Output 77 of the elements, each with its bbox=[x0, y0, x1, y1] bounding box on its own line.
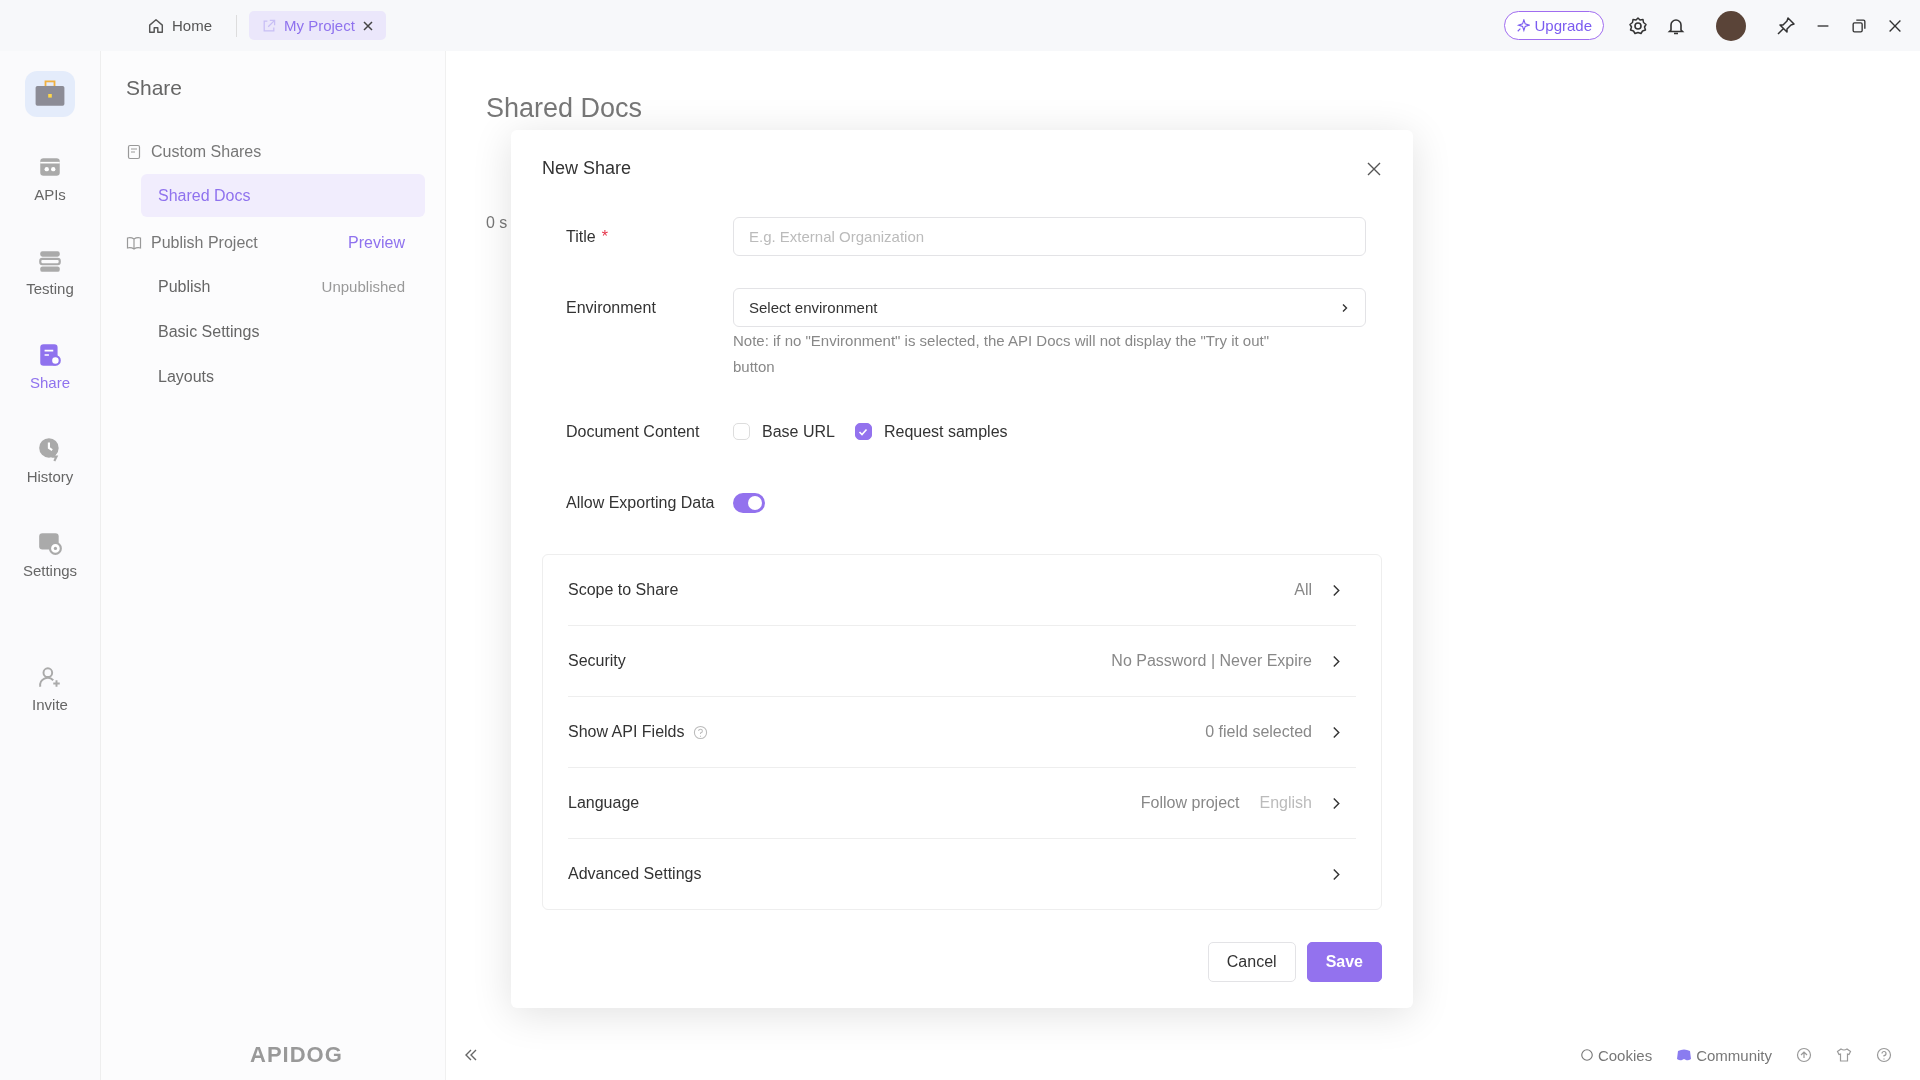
page-title: Shared Docs bbox=[486, 93, 644, 124]
footer-link[interactable]: Community bbox=[1676, 1046, 1772, 1064]
help-icon[interactable] bbox=[1876, 1047, 1892, 1063]
sidebar-item[interactable]: Shared Docs bbox=[141, 174, 425, 217]
save-button[interactable]: Save bbox=[1306, 942, 1382, 982]
close-icon[interactable] bbox=[361, 19, 374, 32]
sidebar-item[interactable]: Publish Unpublished bbox=[141, 265, 425, 308]
sparkle-icon bbox=[1516, 18, 1531, 33]
sidebar-title: Share bbox=[126, 76, 184, 100]
rail-item[interactable]: Testing bbox=[26, 248, 74, 297]
toggle-switch[interactable] bbox=[733, 493, 765, 513]
restore-icon[interactable] bbox=[1850, 16, 1868, 35]
field-label: Document Content bbox=[566, 422, 700, 441]
rail-item[interactable]: APIs bbox=[34, 154, 66, 203]
title-input[interactable]: E.g. External Organization bbox=[733, 217, 1366, 256]
section-label: Publish Project bbox=[151, 234, 259, 252]
count-text: 0 s bbox=[486, 214, 509, 232]
briefcase-icon[interactable] bbox=[25, 71, 75, 117]
checkbox[interactable] bbox=[854, 423, 872, 440]
avatar[interactable] bbox=[1716, 10, 1746, 41]
footer-link[interactable]: Cookies bbox=[1579, 1046, 1653, 1064]
pin-icon[interactable] bbox=[1776, 15, 1796, 36]
stack-icon bbox=[37, 248, 63, 274]
chevron-right-icon bbox=[1340, 302, 1350, 313]
setting-label: Show API Fields bbox=[568, 723, 685, 741]
checkbox-label: Base URL bbox=[762, 422, 835, 441]
field-label: Title bbox=[566, 227, 596, 246]
settings-row[interactable]: Scope to Share All bbox=[568, 555, 1356, 626]
setting-value: All bbox=[1294, 581, 1312, 599]
setting-label: Advanced Settings bbox=[568, 865, 702, 883]
setting-value: Follow project bbox=[1140, 794, 1240, 812]
chevron-right-icon bbox=[1332, 583, 1341, 597]
cancel-button[interactable]: Cancel bbox=[1207, 942, 1296, 982]
link-icon bbox=[261, 17, 277, 34]
rail-item[interactable]: Invite bbox=[32, 664, 68, 713]
share-doc-icon bbox=[37, 342, 63, 368]
project-tab[interactable]: Home bbox=[135, 10, 224, 41]
project-tab[interactable]: My Project bbox=[249, 11, 386, 40]
settings-icon bbox=[37, 530, 63, 556]
settings-row[interactable]: Language Follow project English bbox=[568, 768, 1356, 839]
rail-item[interactable]: Settings bbox=[22, 530, 78, 579]
setting-label: Security bbox=[568, 652, 626, 670]
environment-select[interactable]: Select environment bbox=[733, 288, 1366, 327]
preview-link[interactable]: Preview bbox=[348, 234, 425, 252]
field-label: Environment bbox=[566, 298, 656, 317]
close-icon[interactable] bbox=[1366, 160, 1382, 177]
setting-value: 0 field selected bbox=[1205, 723, 1312, 741]
setting-value: English bbox=[1259, 794, 1312, 812]
add-user-icon bbox=[37, 664, 63, 690]
setting-value: No Password | Never Expire bbox=[1111, 652, 1312, 670]
logo-text: APIDOG bbox=[250, 1042, 343, 1068]
setting-label: Scope to Share bbox=[568, 581, 679, 599]
shirt-icon[interactable] bbox=[1836, 1047, 1852, 1063]
settings-row[interactable]: Security No Password | Never Expire bbox=[568, 626, 1356, 697]
dialog-title: New Share bbox=[542, 158, 632, 179]
field-label: Allow Exporting Data bbox=[566, 493, 715, 512]
settings-icon[interactable] bbox=[1628, 15, 1648, 36]
document-icon bbox=[126, 144, 142, 160]
home-icon bbox=[147, 16, 165, 35]
chevron-right-icon bbox=[1332, 796, 1341, 810]
sidebar-item[interactable]: Layouts bbox=[141, 355, 425, 398]
settings-row[interactable]: Show API Fields 0 field selected bbox=[568, 697, 1356, 768]
book-icon bbox=[126, 235, 142, 251]
upload-icon[interactable] bbox=[1796, 1047, 1812, 1063]
chevron-right-icon bbox=[1332, 867, 1341, 881]
chevron-right-icon bbox=[1332, 725, 1341, 739]
required-asterisk: * bbox=[601, 227, 608, 246]
chevron-right-icon bbox=[1332, 654, 1341, 668]
checkbox-label: Request samples bbox=[883, 422, 1008, 441]
settings-row[interactable]: Advanced Settings bbox=[568, 839, 1356, 909]
section-label: Custom Shares bbox=[151, 143, 263, 161]
rail-item[interactable]: Share bbox=[30, 342, 70, 391]
note-text: Note: if no "Environment" is selected, the API Docs will not display the "Try it out" button bbox=[733, 331, 1270, 377]
sidebar-item[interactable]: Basic Settings bbox=[141, 310, 425, 353]
rail-item[interactable]: History bbox=[26, 436, 74, 485]
upgrade-button[interactable]: Upgrade bbox=[1504, 11, 1604, 40]
setting-label: Language bbox=[568, 794, 640, 812]
